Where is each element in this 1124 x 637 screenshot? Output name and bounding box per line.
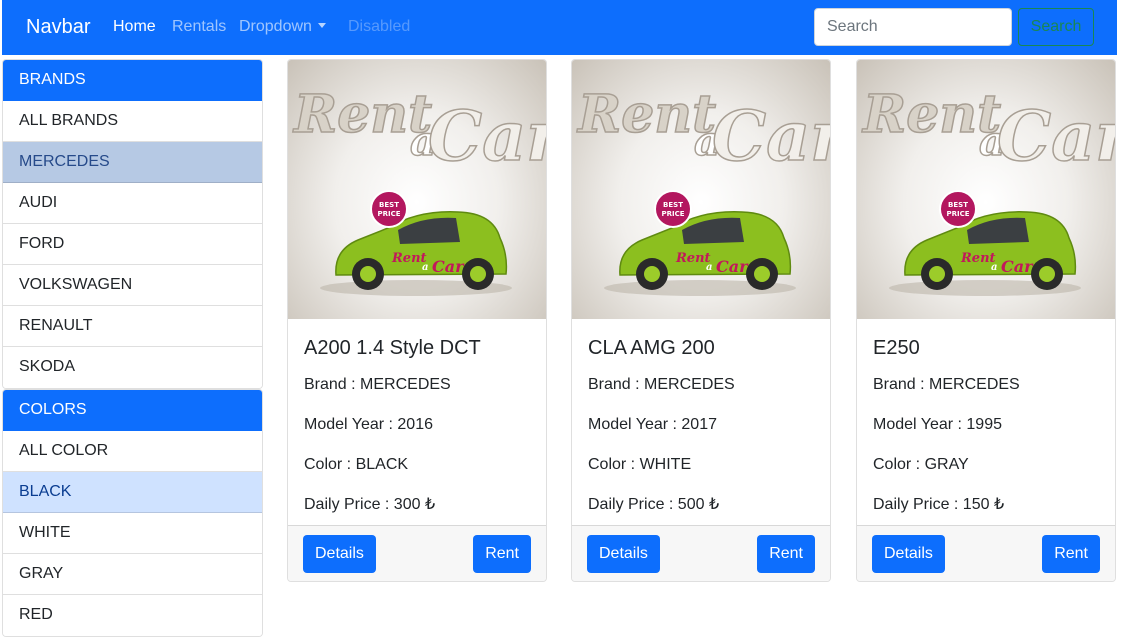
car-decal-car: Car: [1001, 257, 1034, 276]
car-image: Rent a Car Rent a Car BEST PRICE: [288, 60, 546, 319]
card-body: A200 1.4 Style DCT Brand : MERCEDES Mode…: [288, 319, 546, 550]
car-daily-price: Daily Price : 500 ₺: [588, 496, 720, 513]
car-model-year: Model Year : 1995: [873, 416, 1002, 433]
caret-down-icon: [317, 23, 326, 28]
color-item-black[interactable]: BLACK: [3, 472, 262, 513]
search-input[interactable]: [814, 8, 1012, 46]
badge-text-line1: BEST: [379, 201, 399, 209]
car-card: Rent a Car Rent a Car BEST PRICE A200 1.…: [287, 59, 547, 582]
badge-text-line2: PRICE: [377, 210, 400, 218]
car-image: Rent a Car Rent a Car BEST PRICE: [857, 60, 1115, 319]
card-footer: Details Rent: [857, 525, 1115, 581]
nav-link-home[interactable]: Home: [113, 18, 156, 36]
car-decal-car: Car: [716, 257, 749, 276]
brands-header: BRANDS: [3, 60, 262, 101]
card-footer: Details Rent: [572, 525, 830, 581]
color-item-white[interactable]: WHITE: [3, 513, 262, 554]
brands-list: BRANDS ALL BRANDS MERCEDES AUDI FORD VOL…: [2, 59, 263, 389]
car-color: Color : GRAY: [873, 456, 969, 473]
colors-header: COLORS: [3, 390, 262, 431]
car-image: Rent a Car Rent a Car BEST PRICE: [572, 60, 830, 319]
brand-item-skoda[interactable]: SKODA: [3, 347, 262, 388]
brand-item-all[interactable]: ALL BRANDS: [3, 101, 262, 142]
brand-item-audi[interactable]: AUDI: [3, 183, 262, 224]
badge-text-line2: PRICE: [946, 210, 969, 218]
brand-item-mercedes[interactable]: MERCEDES: [3, 142, 262, 183]
car-card: Rent a Car Rent a Car BEST PRICE CLA AMG…: [571, 59, 831, 582]
car-title: CLA AMG 200: [588, 337, 715, 359]
rent-button[interactable]: Rent: [1042, 535, 1100, 573]
badge-text-line1: BEST: [663, 201, 683, 209]
car-daily-price: Daily Price : 150 ₺: [873, 496, 1005, 513]
brand-item-renault[interactable]: RENAULT: [3, 306, 262, 347]
brand-item-ford[interactable]: FORD: [3, 224, 262, 265]
details-button[interactable]: Details: [303, 535, 376, 573]
colors-list: COLORS ALL COLOR BLACK WHITE GRAY RED: [2, 389, 263, 637]
car-title: A200 1.4 Style DCT: [304, 337, 481, 359]
badge-text-line2: PRICE: [661, 210, 684, 218]
rent-button[interactable]: Rent: [757, 535, 815, 573]
rent-button[interactable]: Rent: [473, 535, 531, 573]
car-decal-a: a: [991, 262, 997, 273]
car-color: Color : WHITE: [588, 456, 692, 473]
car-model-year: Model Year : 2016: [304, 416, 433, 433]
car-model-year: Model Year : 2017: [588, 416, 717, 433]
details-button[interactable]: Details: [587, 535, 660, 573]
details-button[interactable]: Details: [872, 535, 945, 573]
car-card: Rent a Car Rent a Car BEST PRICE E250 Br…: [856, 59, 1116, 582]
color-item-gray[interactable]: GRAY: [3, 554, 262, 595]
card-footer: Details Rent: [288, 525, 546, 581]
card-body: CLA AMG 200 Brand : MERCEDES Model Year …: [572, 319, 830, 550]
navbar-brand[interactable]: Navbar: [26, 16, 90, 39]
logo-text-car: Car: [997, 97, 1115, 177]
car-brand: Brand : MERCEDES: [304, 376, 451, 393]
nav-link-disabled: Disabled: [348, 18, 411, 35]
car-decal-car: Car: [432, 257, 465, 276]
car-brand: Brand : MERCEDES: [588, 376, 735, 393]
color-item-all[interactable]: ALL COLOR: [3, 431, 262, 472]
navbar: Navbar Home Rentals Dropdown Disabled Se…: [2, 0, 1117, 55]
badge-text-line1: BEST: [948, 201, 968, 209]
card-body: E250 Brand : MERCEDES Model Year : 1995 …: [857, 319, 1115, 550]
sidebar: BRANDS ALL BRANDS MERCEDES AUDI FORD VOL…: [2, 59, 263, 637]
logo-text-car: Car: [712, 97, 830, 177]
car-daily-price: Daily Price : 300 ₺: [304, 496, 436, 513]
nav-link-rentals[interactable]: Rentals: [172, 18, 226, 36]
car-title: E250: [873, 337, 920, 359]
car-decal-a: a: [422, 262, 428, 273]
nav-dropdown[interactable]: Dropdown: [239, 18, 326, 36]
car-decal-a: a: [706, 262, 712, 273]
car-brand: Brand : MERCEDES: [873, 376, 1020, 393]
logo-text-car: Car: [428, 97, 546, 177]
nav-dropdown-label: Dropdown: [239, 18, 312, 35]
car-color: Color : BLACK: [304, 456, 409, 473]
search-button[interactable]: Search: [1018, 8, 1094, 46]
brand-item-volkswagen[interactable]: VOLKSWAGEN: [3, 265, 262, 306]
color-item-red[interactable]: RED: [3, 595, 262, 636]
